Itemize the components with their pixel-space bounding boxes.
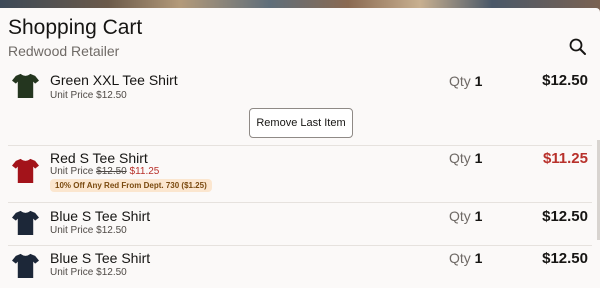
unit-price: Unit Price $12.50 <box>50 225 127 236</box>
tshirt-icon <box>12 210 39 236</box>
divider <box>8 202 592 203</box>
item-total-price: $12.50 <box>542 250 588 267</box>
unit-price-label: Unit Price <box>50 166 94 177</box>
search-button[interactable] <box>566 35 590 59</box>
tshirt-icon <box>12 73 39 99</box>
unit-price: Unit Price $12.50 <box>50 90 127 101</box>
qty-label: Qty <box>449 150 471 166</box>
discount-badge: 10% Off Any Red From Dept. 730 ($1.25) <box>50 179 212 192</box>
tshirt-icon <box>12 158 39 184</box>
unit-price: Unit Price $12.50 $11.25 <box>50 166 159 177</box>
unit-price-value: $12.50 <box>96 90 127 101</box>
original-price: $12.50 <box>96 166 127 177</box>
item-qty: Qty 1 <box>449 150 482 166</box>
qty-label: Qty <box>449 208 471 224</box>
cart-panel: Shopping Cart Redwood Retailer <box>0 8 600 288</box>
qty-value: 1 <box>474 150 483 166</box>
divider <box>8 245 592 246</box>
item-qty: Qty 1 <box>449 250 482 266</box>
page-title: Shopping Cart <box>8 16 143 39</box>
item-name: Red S Tee Shirt <box>50 150 148 166</box>
unit-price-label: Unit Price <box>50 267 94 278</box>
qty-value: 1 <box>474 250 483 266</box>
item-name: Green XXL Tee Shirt <box>50 72 178 88</box>
item-total-price: $12.50 <box>542 208 588 225</box>
remove-last-item-button[interactable]: Remove Last Item <box>249 108 353 138</box>
qty-value: 1 <box>474 73 483 89</box>
store-name: Redwood Retailer <box>8 43 120 59</box>
item-name: Blue S Tee Shirt <box>50 250 151 266</box>
divider <box>8 145 592 146</box>
unit-price-value: $12.50 <box>96 267 127 278</box>
search-icon <box>569 38 586 55</box>
unit-price-label: Unit Price <box>50 90 94 101</box>
sale-price: $11.25 <box>129 166 160 177</box>
tshirt-icon <box>12 253 39 279</box>
qty-value: 1 <box>474 208 483 224</box>
item-name: Blue S Tee Shirt <box>50 208 151 224</box>
item-qty: Qty 1 <box>449 208 482 224</box>
item-qty: Qty 1 <box>449 73 482 89</box>
item-total-price: $12.50 <box>542 72 588 89</box>
item-total-price: $11.25 <box>542 150 588 167</box>
qty-label: Qty <box>449 250 471 266</box>
qty-label: Qty <box>449 73 471 89</box>
unit-price-value: $12.50 <box>96 225 127 236</box>
unit-price: Unit Price $12.50 <box>50 267 127 278</box>
unit-price-label: Unit Price <box>50 225 94 236</box>
